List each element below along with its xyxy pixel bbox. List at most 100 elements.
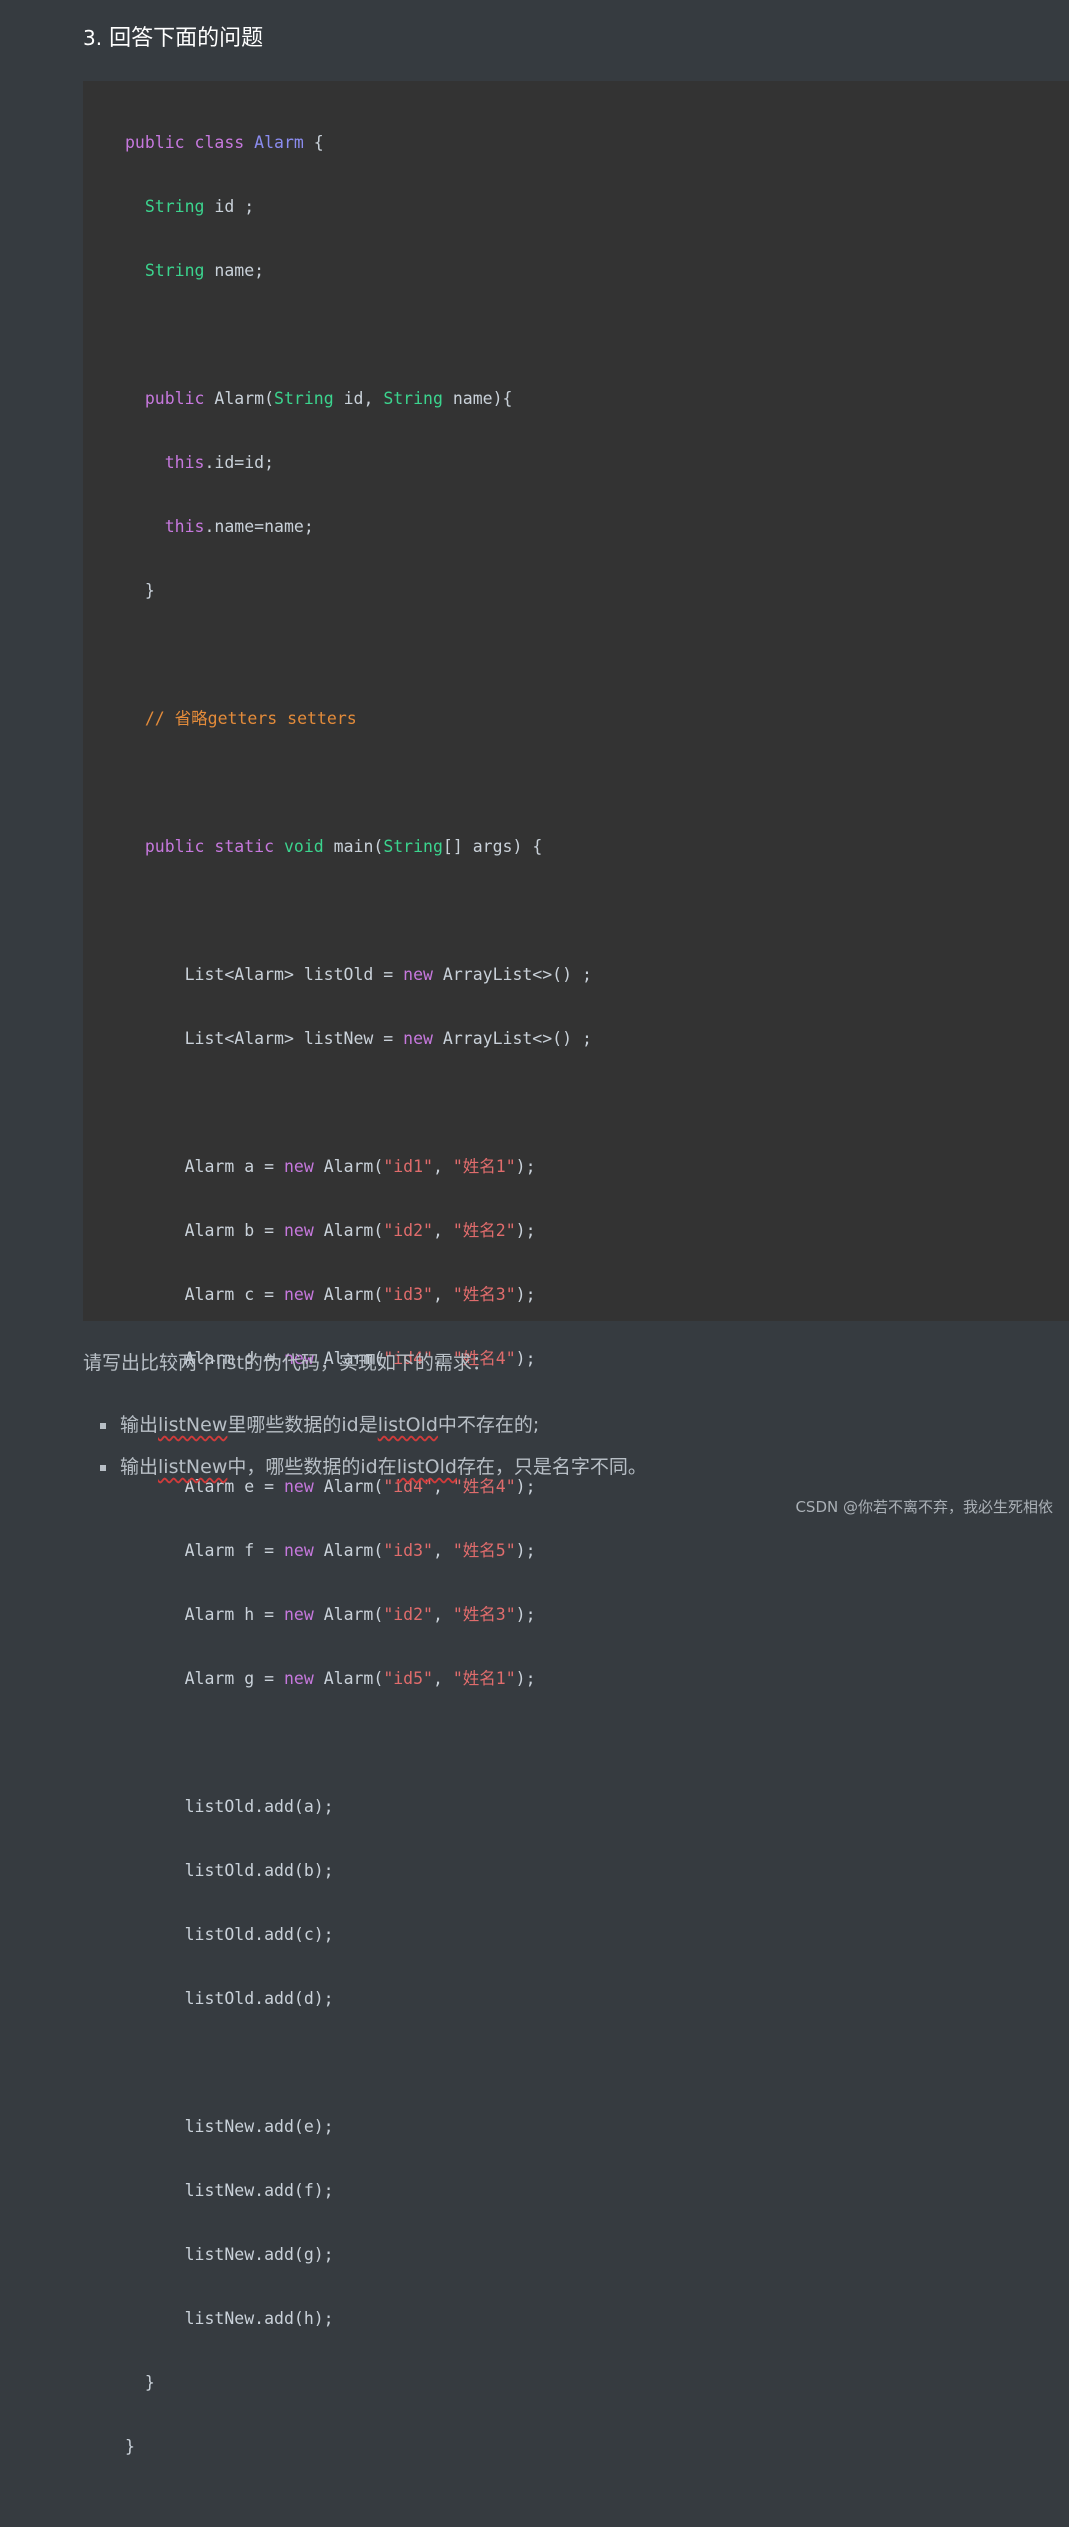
code-text: listOld.add(b); — [184, 1861, 334, 1880]
code-line: Alarm a = new Alarm("id1", "姓名1"); — [125, 1151, 592, 1183]
code-line: String id ; — [125, 191, 592, 223]
type: String — [144, 261, 205, 280]
item-text: 输出 — [120, 1456, 159, 1478]
keyword: new — [403, 1029, 433, 1048]
code-text: Alarm( — [313, 1541, 384, 1560]
code-text: Alarm b = — [184, 1221, 284, 1240]
string-literal: "姓名5" — [452, 1541, 516, 1560]
keyword: public static — [144, 837, 275, 856]
code-text: , — [432, 1605, 453, 1624]
code-line: Alarm g = new Alarm("id5", "姓名1"); — [125, 1663, 592, 1695]
keyword: new — [283, 1157, 314, 1176]
code-text: , — [432, 1221, 453, 1240]
keyword: new — [283, 1541, 314, 1560]
watermark: CSDN @你若不离不弃，我必生死相依 — [795, 1498, 1053, 1516]
code-text: listNew.add(e); — [184, 2117, 334, 2136]
type: String — [274, 389, 334, 408]
type: String — [144, 197, 205, 216]
code-text: Alarm( — [313, 1605, 384, 1624]
list-item: 输出listNew里哪些数据的id是listOld中不存在的; — [100, 1410, 647, 1440]
code-text: listNew.add(f); — [184, 2181, 334, 2200]
code-text: id, — [333, 389, 384, 408]
code-line: Alarm f = new Alarm("id3", "姓名5"); — [125, 1535, 592, 1567]
string-literal: "id3" — [383, 1285, 433, 1304]
code-line: Alarm b = new Alarm("id2", "姓名2"); — [125, 1215, 592, 1247]
code-line: Alarm h = new Alarm("id2", "姓名3"); — [125, 1599, 592, 1631]
code-text: ); — [515, 1541, 536, 1560]
string-literal: "id2" — [383, 1221, 433, 1240]
code-line: this.name=name; — [125, 511, 592, 543]
code-text: , — [432, 1669, 453, 1688]
class-name: Alarm — [254, 133, 304, 152]
code-line: } — [125, 2431, 592, 2463]
code-text: listOld.add(a); — [184, 1797, 334, 1816]
bullet-icon — [100, 1423, 106, 1429]
code-text: Alarm( — [313, 1669, 384, 1688]
code-text: Alarm( — [313, 1221, 384, 1240]
code-text: listNew.add(g); — [184, 2245, 334, 2264]
code-line: Alarm c = new Alarm("id3", "姓名3"); — [125, 1279, 592, 1311]
code-text: List<Alarm> listOld = — [184, 965, 404, 984]
code-text: listOld.add(d); — [184, 1989, 334, 2008]
code-text: [] args) { — [442, 837, 543, 856]
code-text: ); — [515, 1669, 536, 1688]
code-line: public Alarm(String id, String name){ — [125, 383, 592, 415]
instruction-paragraph: 请写出比较两个list的伪代码，实现如下的需求： — [83, 1352, 491, 1374]
string-literal: "id2" — [383, 1605, 433, 1624]
heading-text: 回答下面的问题 — [109, 26, 264, 51]
code-line: listNew.add(e); — [125, 2111, 592, 2143]
item-text: listOld — [396, 1456, 457, 1478]
code-content: public class Alarm { String id ; String … — [125, 95, 592, 2527]
code-line: this.id=id; — [125, 447, 592, 479]
code-text: .name=name; — [204, 517, 314, 536]
code-line: } — [125, 2367, 592, 2399]
string-literal: "id5" — [383, 1669, 433, 1688]
heading-number: 3. — [83, 26, 103, 50]
code-line: listOld.add(b); — [125, 1855, 592, 1887]
code-text: , — [432, 1285, 453, 1304]
code-line: } — [125, 575, 592, 607]
code-line: listNew.add(h); — [125, 2303, 592, 2335]
code-line: public class Alarm { — [125, 127, 592, 159]
item-text: 中不存在的; — [437, 1414, 540, 1436]
code-text: Alarm g = — [184, 1669, 284, 1688]
code-line: public static void main(String[] args) { — [125, 831, 592, 863]
code-text: ArrayList<>() ; — [432, 965, 592, 984]
string-literal: "姓名1" — [452, 1157, 516, 1176]
string-literal: "姓名3" — [452, 1285, 516, 1304]
code-text: , — [432, 1157, 453, 1176]
code-line: listOld.add(d); — [125, 1983, 592, 2015]
code-text: .id=id; — [204, 453, 275, 472]
keyword: new — [283, 1221, 314, 1240]
requirements-list: 输出listNew里哪些数据的id是listOld中不存在的; 输出listNe… — [100, 1410, 647, 1494]
code-text: name; — [204, 261, 265, 280]
keyword: this — [164, 517, 205, 536]
bullet-icon — [100, 1465, 106, 1471]
type: void — [283, 837, 324, 856]
section-heading: 3. 回答下面的问题 — [83, 22, 263, 55]
code-block: public class Alarm { String id ; String … — [83, 81, 1069, 2456]
code-text: ); — [515, 1349, 536, 1368]
keyword: new — [403, 965, 433, 984]
code-text: listOld.add(c); — [184, 1925, 334, 1944]
string-literal: "姓名3" — [452, 1605, 516, 1624]
code-line: String name; — [125, 255, 592, 287]
code-text: Alarm( — [313, 1285, 384, 1304]
code-text: ArrayList<>() ; — [432, 1029, 592, 1048]
keyword: this — [164, 453, 205, 472]
item-text: 中，哪些数据的id在 — [227, 1456, 397, 1478]
string-literal: "姓名1" — [452, 1669, 516, 1688]
type: String — [383, 389, 443, 408]
code-text: ); — [515, 1221, 536, 1240]
code-text: } — [144, 581, 155, 600]
code-comment: // 省略getters setters — [144, 709, 357, 728]
string-literal: "id3" — [383, 1541, 433, 1560]
type: String — [383, 837, 443, 856]
code-text: id ; — [204, 197, 255, 216]
